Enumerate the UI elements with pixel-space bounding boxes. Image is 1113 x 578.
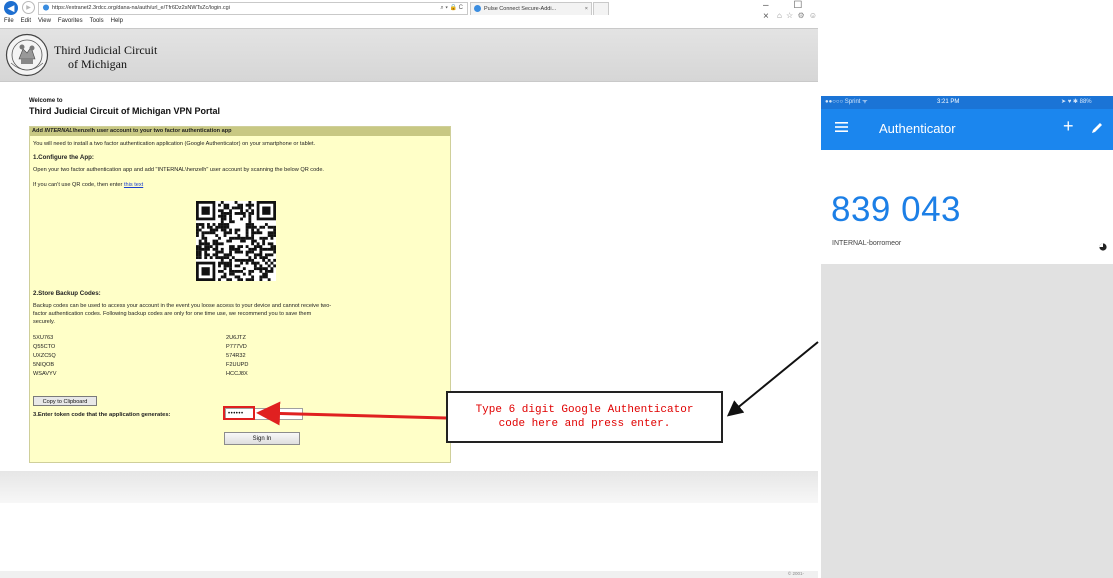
backup-codes-left: 5XU763 Q55CTO UXZC5Q 5NIQOB WSAVYV <box>33 334 57 379</box>
instruction-callout: Type 6 digit Google Authenticator code h… <box>446 391 723 443</box>
tab-title: Pulse Connect Secure-Addi... <box>484 6 557 12</box>
token-highlight-box <box>223 406 255 420</box>
forward-button[interactable]: ▶ <box>22 1 35 14</box>
backup-code: 2U6JTZ <box>226 335 246 341</box>
countdown-timer-icon <box>1099 243 1107 251</box>
panel-heading-pre: Add <box>32 128 45 134</box>
site-title-line2: of Michigan <box>68 57 127 71</box>
backup-code: F2UUPD <box>226 362 249 368</box>
address-bar-row: ◀ ▶ https://extranet2.3rdcc.org/dana-na/… <box>0 0 818 22</box>
backup-text-1: Backup codes can be used to access your … <box>33 303 332 309</box>
url-field[interactable]: https://extranet2.3rdcc.org/dana-na/auth… <box>38 2 468 15</box>
menu-bar: File Edit View Favorites Tools Help <box>0 16 818 26</box>
site-title-line1: Third Judicial Circuit <box>54 43 158 57</box>
panel-heading: Add INTERNAL\henzelh user account to you… <box>30 127 450 136</box>
tab-pulse-connect[interactable]: Pulse Connect Secure-Addi... × <box>470 2 592 15</box>
backup-code: UXZC5Q <box>33 353 56 359</box>
backup-text-2: factor authentication codes. Following b… <box>33 311 312 317</box>
new-tab-button[interactable] <box>593 2 609 15</box>
backup-text-3: securely. <box>33 319 55 325</box>
menu-tools[interactable]: Tools <box>90 18 104 24</box>
this-text-link[interactable]: this text <box>124 182 143 188</box>
menu-view[interactable]: View <box>38 18 51 24</box>
bottom-band: © 2001- <box>0 571 818 578</box>
carrier-text: ●●○○○ Sprint ᯤ <box>825 99 868 105</box>
portal-title: Third Judicial Circuit of Michigan VPN P… <box>29 106 221 116</box>
back-button[interactable]: ◀ <box>4 1 18 15</box>
backup-code: P777VD <box>226 344 247 350</box>
state-seal-icon <box>5 33 49 77</box>
site-header: Third Judicial Circuit of Michigan <box>0 28 818 82</box>
copy-to-clipboard-button[interactable]: Copy to Clipboard <box>33 396 97 406</box>
panel-heading-post: \henzelh user account to your two factor… <box>72 128 232 134</box>
step3-label: 3.Enter token code that the application … <box>33 412 171 418</box>
menu-edit[interactable]: Edit <box>21 18 31 24</box>
step2-heading: 2.Store Backup Codes: <box>33 290 101 297</box>
qr-code-image <box>196 201 276 281</box>
app-name: Authenticator <box>879 121 956 136</box>
hamburger-menu-icon[interactable] <box>835 121 849 133</box>
phone-status-bar: ●●○○○ Sprint ᯤ 3:21 PM ➤ ♥ ✱ 88% <box>821 96 1113 109</box>
qr-fallback-text: If you can't use QR code, then enter thi… <box>33 182 143 188</box>
callout-line2: code here and press enter. <box>498 418 671 430</box>
footer-band <box>0 471 818 503</box>
tab-close-icon[interactable]: × <box>585 3 588 15</box>
sign-in-button[interactable]: Sign In <box>224 432 300 445</box>
panel-heading-account: INTERNAL <box>44 128 73 134</box>
backup-code: HCCJ8X <box>226 371 248 377</box>
menu-file[interactable]: File <box>4 18 14 24</box>
phone-screenshot: ●●○○○ Sprint ᯤ 3:21 PM ➤ ♥ ✱ 88% Authent… <box>821 96 1113 578</box>
authenticator-entry[interactable]: 839 043 INTERNAL-borromeor <box>821 150 1113 264</box>
arrow-left-icon: ◀ <box>7 2 15 13</box>
menu-help[interactable]: Help <box>111 18 123 24</box>
backup-code: 574R32 <box>226 353 246 359</box>
url-text: https://extranet2.3rdcc.org/dana-na/auth… <box>52 5 230 11</box>
url-tools[interactable]: ⌕ ▾ 🔒 C <box>440 3 463 14</box>
phone-app-bar: Authenticator + <box>821 109 1113 150</box>
status-icons: ➤ ♥ ✱ 88% <box>1061 99 1092 105</box>
browser-window: ◀ ▶ https://extranet2.3rdcc.org/dana-na/… <box>0 0 818 578</box>
backup-codes-right: 2U6JTZ P777VD 574R32 F2UUPD HCCJ8X <box>226 334 248 379</box>
site-icon <box>42 4 50 11</box>
pencil-icon[interactable] <box>1090 121 1104 135</box>
backup-code: 5XU763 <box>33 335 54 341</box>
backup-code: 5NIQOB <box>33 362 55 368</box>
step1-text: Open your two factor authentication app … <box>33 167 324 173</box>
backup-code: WSAVYV <box>33 371 57 377</box>
welcome-text: Welcome to <box>29 98 63 104</box>
callout-line1: Type 6 digit Google Authenticator <box>475 404 694 416</box>
otp-code: 839 043 <box>831 190 962 229</box>
site-title: Third Judicial Circuit of Michigan <box>54 43 157 71</box>
two-factor-panel: Add INTERNAL\henzelh user account to you… <box>29 126 492 463</box>
account-name: INTERNAL-borromeor <box>832 240 902 247</box>
intro-text: You will need to install a two factor au… <box>33 141 316 147</box>
copyright-text: © 2001- <box>787 571 804 576</box>
menu-favorites[interactable]: Favorites <box>58 18 83 24</box>
qr-fallback-pre: If you can't use QR code, then enter <box>33 182 124 188</box>
backup-code: Q55CTO <box>33 344 56 350</box>
step1-heading: 1.Configure the App: <box>33 154 94 161</box>
arrow-right-icon: ▶ <box>26 4 31 11</box>
clock-text: 3:21 PM <box>937 99 960 105</box>
add-icon[interactable]: + <box>1063 116 1074 136</box>
tab-favicon-icon <box>474 5 481 13</box>
